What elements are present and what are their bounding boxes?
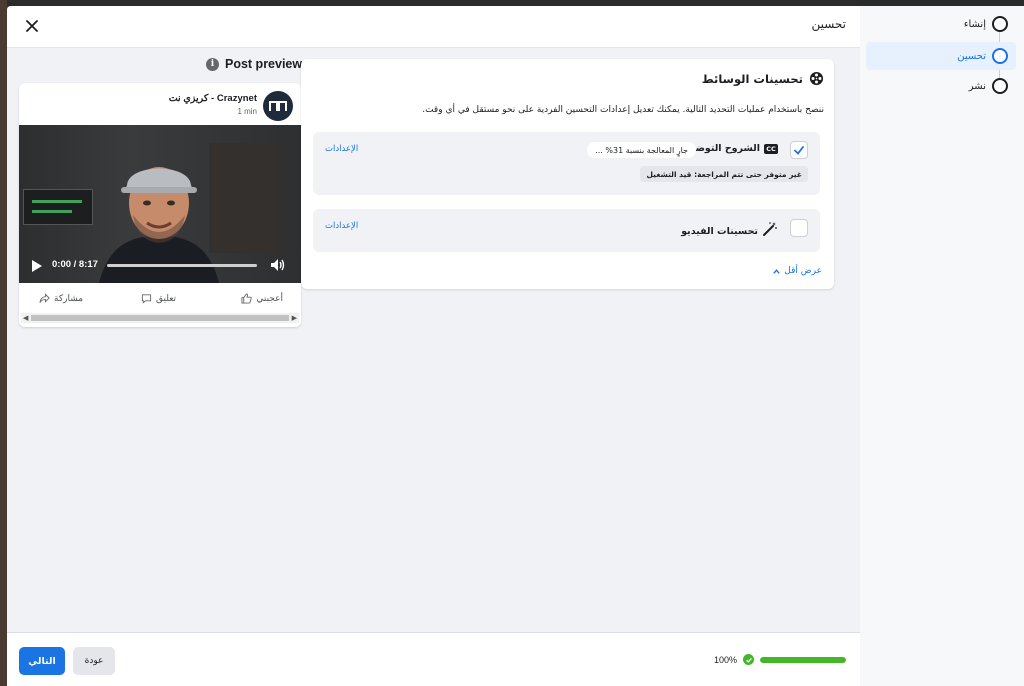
video-time: 0:00 / 8:17 <box>52 259 98 270</box>
modal-footer: التالي عودة 100% <box>7 632 860 686</box>
post-actions: أعجبني تعليق مشاركة <box>19 289 301 311</box>
media-enhancements-heading: تحسينات الوسائط <box>702 71 824 86</box>
step-enhance-radio-icon <box>992 48 1008 64</box>
like-button[interactable]: أعجبني <box>241 293 283 304</box>
play-icon <box>32 260 42 272</box>
upload-progress-text: 100% <box>713 654 737 665</box>
upload-progress-bar <box>760 656 846 663</box>
chevron-up-icon <box>773 268 781 274</box>
captions-checkbox[interactable] <box>790 141 808 159</box>
show-less-link[interactable]: عرض أقل <box>772 266 822 276</box>
video-enhancements-label: تحسينات الفيديو <box>681 225 758 237</box>
step-create-radio-icon <box>992 16 1008 32</box>
thumbs-up-icon <box>241 293 253 304</box>
step-enhance[interactable]: تحسين <box>866 42 1016 70</box>
modal-title: تحسين <box>811 17 846 31</box>
modal-header: تحسين <box>7 6 860 48</box>
media-enhancements-card: تحسينات الوسائط ننصح باستخدام عمليات الت… <box>301 59 834 289</box>
step-enhance-label: تحسين <box>957 50 986 62</box>
film-reel-icon <box>809 71 824 86</box>
show-less-label: عرض أقل <box>784 266 822 276</box>
comment-label: تعليق <box>156 293 177 303</box>
back-button[interactable]: عودة <box>73 647 115 675</box>
scrollbar-thumb[interactable] <box>31 315 289 321</box>
video-enhancements-checkbox[interactable] <box>790 219 808 237</box>
volume-icon <box>271 259 285 271</box>
volume-button[interactable] <box>269 256 287 274</box>
step-publish[interactable]: نشر <box>866 72 1016 100</box>
upload-progress-fill <box>760 656 846 663</box>
step-create[interactable]: إنشاء <box>866 10 1016 38</box>
captions-review-note: غير متوفر حتى تتم المراجعة: قيد التشغيل <box>640 166 808 182</box>
preview-horizontal-scrollbar[interactable]: ◀ ▶ <box>21 313 299 323</box>
share-label: مشاركة <box>54 293 84 303</box>
page-avatar <box>263 91 293 121</box>
next-button[interactable]: التالي <box>19 647 65 675</box>
video-enhancements-option: تحسينات الفيديو الإعدادات <box>313 209 820 252</box>
close-icon <box>26 20 38 32</box>
success-check-icon <box>743 654 754 665</box>
media-enhancements-title: تحسينات الوسائط <box>701 71 803 86</box>
video-background-equipment <box>23 189 93 225</box>
info-icon[interactable]: i <box>206 57 219 71</box>
comment-button[interactable]: تعليق <box>141 293 176 304</box>
post-preview-card: كريزي نت - Crazynet 1 min 0:00 / 8:17 أع… <box>19 83 301 327</box>
video-enhancements-label-group: تحسينات الفيديو <box>681 221 778 241</box>
comment-icon <box>141 294 152 304</box>
video-player[interactable]: 0:00 / 8:17 <box>19 125 301 283</box>
seek-bar[interactable] <box>107 264 257 267</box>
video-person-thumbnail <box>99 167 219 283</box>
share-button[interactable]: مشاركة <box>39 293 83 304</box>
video-enhancements-settings-link[interactable]: الإعدادات <box>325 221 358 231</box>
page-name: كريزي نت - Crazynet <box>168 93 257 104</box>
step-publish-radio-icon <box>992 78 1008 94</box>
post-time: 1 min <box>237 107 257 116</box>
step-create-label: إنشاء <box>963 18 986 30</box>
scroll-right-arrow-icon[interactable]: ▶ <box>292 314 297 322</box>
close-button[interactable] <box>21 15 43 37</box>
captions-option: CC الشروح التوضيحية i جارٍ المعالجة بنسب… <box>313 132 820 195</box>
steps-panel: إنشاء تحسين نشر <box>860 6 1024 686</box>
captions-settings-link[interactable]: الإعدادات <box>325 144 358 154</box>
upload-progress: 100% <box>714 654 846 665</box>
post-preview-heading: i Post preview <box>206 57 302 71</box>
cc-icon: CC <box>764 143 778 154</box>
step-publish-label: نشر <box>968 80 986 92</box>
magic-wand-icon <box>762 221 778 241</box>
like-label: أعجبني <box>256 293 283 303</box>
captions-processing-status: جارٍ المعالجة بنسبة 31% ... <box>587 142 696 158</box>
media-enhancements-description: ننصح باستخدام عمليات التحديد التالية. يم… <box>422 105 824 115</box>
scroll-left-arrow-icon[interactable]: ◀ <box>23 314 28 322</box>
play-button[interactable] <box>31 258 43 272</box>
post-preview-label: Post preview <box>225 57 303 71</box>
share-icon <box>39 293 50 303</box>
editor-modal: تحسين i Post preview كريزي نت - Crazynet… <box>7 6 860 686</box>
crazynet-logo-icon <box>269 101 287 111</box>
video-background-shelf <box>209 143 279 253</box>
checkmark-icon <box>794 146 804 155</box>
backdrop-left <box>0 0 7 686</box>
